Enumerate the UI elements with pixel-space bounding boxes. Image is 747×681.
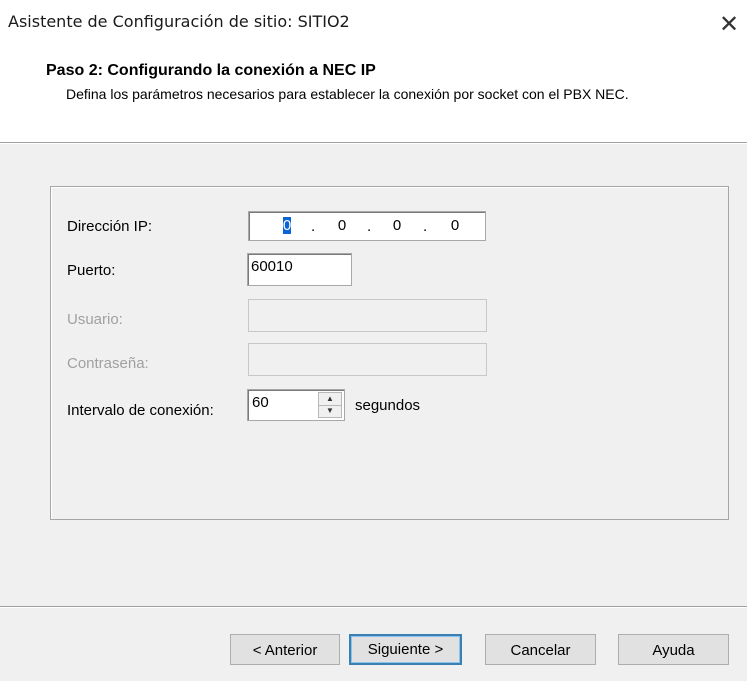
password-label: Contraseña: [67, 355, 149, 372]
ip-octet-1-value: 0 [282, 217, 292, 234]
user-label: Usuario: [67, 311, 123, 328]
spin-down-icon[interactable]: ▼ [319, 405, 341, 417]
port-label: Puerto: [67, 262, 116, 279]
wizard-header: Paso 2: Configurando la conexión a NEC I… [0, 50, 747, 143]
title-bar: Asistente de Configuración de sitio: SIT… [0, 0, 747, 50]
ip-address-label: Dirección IP: [67, 218, 153, 235]
ip-octet-4[interactable]: 0 [445, 217, 465, 234]
cancel-button[interactable]: Cancelar [485, 634, 596, 665]
ip-address-field[interactable]: 0 . 0 . 0 . 0 [248, 211, 486, 241]
interval-spin-buttons: ▲ ▼ [318, 392, 342, 418]
ip-octet-2[interactable]: 0 [332, 217, 352, 234]
port-value: 60010 [251, 258, 293, 275]
step-title: Paso 2: Configurando la conexión a NEC I… [46, 62, 376, 79]
ip-dot-3: . [423, 218, 428, 235]
help-button[interactable]: Ayuda [618, 634, 729, 665]
previous-button[interactable]: < Anterior [230, 634, 340, 665]
ip-octet-3[interactable]: 0 [387, 217, 407, 234]
ip-dot-1: . [311, 218, 316, 235]
interval-spinbox[interactable]: 60 ▲ ▼ [247, 389, 345, 421]
next-button[interactable]: Siguiente > [349, 634, 462, 665]
interval-label: Intervalo de conexión: [67, 402, 214, 419]
ip-octet-1[interactable]: 0 [277, 217, 297, 234]
interval-value: 60 [252, 394, 269, 411]
ip-dot-2: . [367, 218, 372, 235]
password-field [248, 343, 487, 376]
user-field [248, 299, 487, 332]
interval-unit-label: segundos [355, 397, 421, 414]
step-description: Defina los parámetros necesarios para es… [66, 86, 629, 102]
close-icon[interactable]: ✕ [711, 8, 747, 40]
window-title: Asistente de Configuración de sitio: SIT… [8, 12, 350, 31]
port-field[interactable]: 60010 [247, 253, 352, 286]
